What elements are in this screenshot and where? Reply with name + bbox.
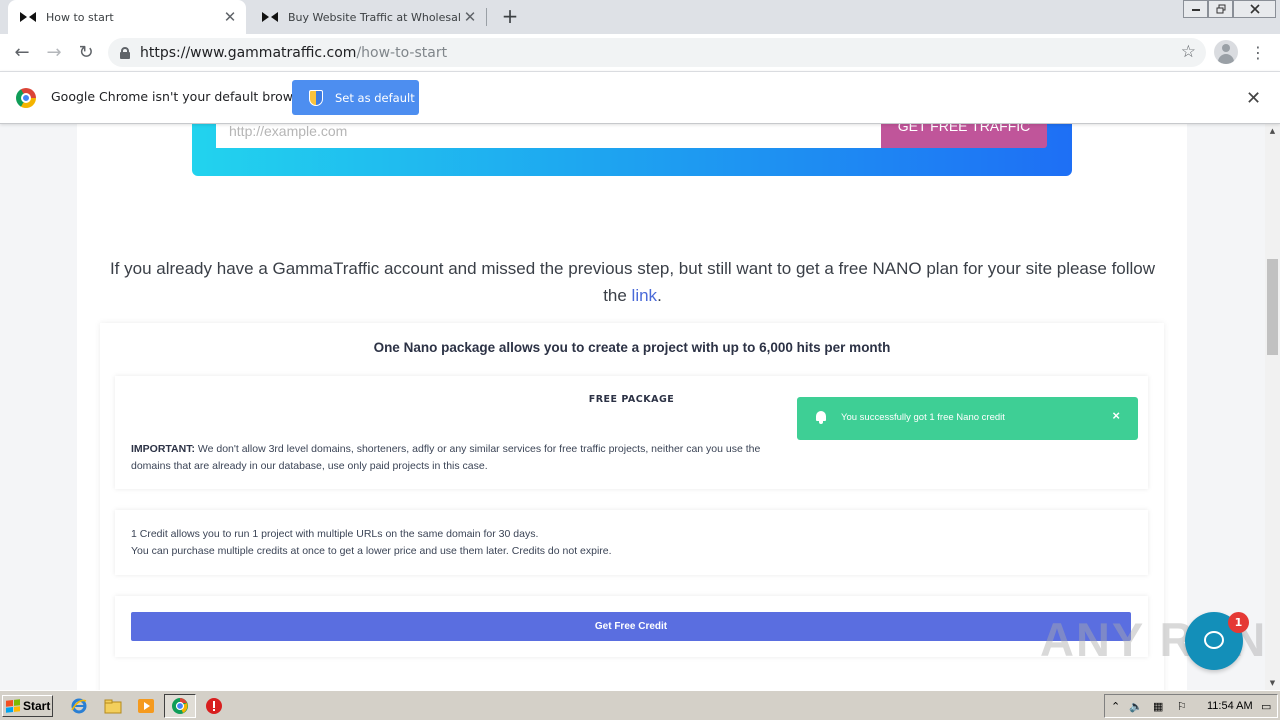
- tab-how-to-start[interactable]: How to start ✕: [8, 0, 246, 34]
- bookmark-star-icon[interactable]: ☆: [1181, 42, 1196, 62]
- chrome-logo-icon: [16, 88, 36, 108]
- ie-icon[interactable]: [70, 697, 90, 715]
- page-scrollbar[interactable]: ▲ ▼: [1265, 124, 1280, 690]
- start-button[interactable]: Start: [2, 695, 53, 717]
- important-text: We don't allow 3rd level domains, shorte…: [131, 443, 761, 472]
- scroll-thumb[interactable]: [1267, 259, 1278, 355]
- set-as-default-label: Set as default: [335, 90, 415, 105]
- chrome-icon[interactable]: [171, 697, 191, 715]
- tab-title: How to start: [46, 10, 114, 24]
- default-browser-infobar: Google Chrome isn't your default browser…: [0, 71, 1280, 124]
- bell-icon: [815, 411, 827, 424]
- credit-line-2: You can purchase multiple credits at onc…: [131, 544, 612, 557]
- nano-plan-link[interactable]: link: [632, 286, 658, 305]
- address-bar[interactable]: https://www.gammatraffic.com/how-to-star…: [108, 38, 1206, 67]
- chrome-menu-button[interactable]: ⋮: [1250, 41, 1266, 65]
- system-tray: ⌃ 🔈 ▦ ⚐ 11:54 AM ▭: [1104, 694, 1278, 718]
- tab-buy-traffic[interactable]: Buy Website Traffic at Wholesale Ra ✕: [250, 0, 486, 34]
- toast-message: You successfully got 1 free Nano credit: [841, 412, 1005, 423]
- get-credit-box: Get Free Credit: [115, 596, 1148, 657]
- gammatraffic-favicon-icon: [262, 12, 280, 22]
- uac-shield-icon: [308, 89, 324, 106]
- tab-strip: How to start ✕ Buy Website Traffic at Wh…: [0, 0, 1280, 34]
- tab-close-icon[interactable]: ✕: [460, 8, 480, 26]
- tab-close-icon[interactable]: ✕: [220, 8, 240, 26]
- windows-taskbar: Start ⌃ 🔈 ▦ ⚐ 11:54 AM ▭: [0, 690, 1280, 720]
- url-host: https://www.gammatraffic.com: [140, 44, 357, 61]
- folder-icon[interactable]: [104, 697, 124, 715]
- nano-package-card: One Nano package allows you to create a …: [100, 323, 1164, 690]
- site-url-input[interactable]: [216, 124, 882, 148]
- lock-icon: [120, 46, 130, 59]
- toast-close-icon[interactable]: ×: [1112, 408, 1120, 423]
- lead-text-end: .: [657, 286, 662, 305]
- reload-button[interactable]: ↻: [74, 41, 98, 65]
- important-label: IMPORTANT:: [131, 443, 195, 455]
- media-player-icon[interactable]: [137, 697, 157, 715]
- get-free-credit-button[interactable]: Get Free Credit: [131, 612, 1131, 641]
- restore-window-button[interactable]: [1208, 0, 1233, 18]
- important-notice: IMPORTANT: We don't allow 3rd level doma…: [131, 441, 771, 474]
- gammatraffic-favicon-icon: [20, 12, 38, 22]
- action-center-flag-icon[interactable]: ⚐: [1177, 700, 1187, 713]
- close-window-icon: [1249, 4, 1260, 14]
- credit-info-text: 1 Credit allows you to run 1 project wit…: [131, 526, 771, 559]
- lead-paragraph: If you already have a GammaTraffic accou…: [100, 255, 1165, 309]
- start-label: Start: [23, 699, 51, 713]
- credit-info-box: 1 Credit allows you to run 1 project wit…: [115, 510, 1148, 575]
- close-window-button[interactable]: [1233, 0, 1276, 18]
- forward-button[interactable]: →: [42, 41, 66, 65]
- windows-logo-icon: [6, 699, 20, 713]
- volume-icon[interactable]: 🔈: [1129, 700, 1143, 713]
- browser-toolbar: ← → ↻ https://www.gammatraffic.com/how-t…: [0, 34, 1280, 71]
- restore-icon: [1216, 4, 1225, 14]
- success-toast: You successfully got 1 free Nano credit …: [797, 397, 1138, 440]
- back-button[interactable]: ←: [10, 41, 34, 65]
- chat-notification-badge: 1: [1228, 612, 1249, 633]
- url-path: /how-to-start: [356, 44, 448, 61]
- taskbar-clock[interactable]: 11:54 AM: [1207, 700, 1253, 712]
- get-free-traffic-button[interactable]: GET FREE TRAFFIC: [881, 124, 1047, 148]
- minimize-window-button[interactable]: [1183, 0, 1208, 18]
- new-tab-button[interactable]: +: [498, 4, 522, 28]
- network-icon[interactable]: ▦: [1153, 700, 1163, 713]
- package-headline: One Nano package allows you to create a …: [373, 340, 891, 355]
- show-desktop-icon[interactable]: ▭: [1261, 700, 1271, 713]
- tab-separator: [486, 8, 487, 26]
- credit-line-1: 1 Credit allows you to run 1 project wit…: [131, 528, 539, 540]
- scroll-down-arrow-icon[interactable]: ▼: [1265, 676, 1280, 690]
- stop-icon[interactable]: [205, 697, 225, 715]
- infobar-message: Google Chrome isn't your default browser: [51, 89, 313, 104]
- tab-title: Buy Website Traffic at Wholesale Ra: [288, 10, 460, 24]
- scroll-up-arrow-icon[interactable]: ▲: [1265, 124, 1280, 138]
- tray-expand-icon[interactable]: ⌃: [1111, 700, 1120, 713]
- set-as-default-button[interactable]: Set as default: [292, 80, 419, 115]
- infobar-close-icon[interactable]: ✕: [1246, 88, 1261, 109]
- minimize-icon: [1191, 9, 1200, 11]
- profile-avatar-icon[interactable]: [1214, 40, 1238, 64]
